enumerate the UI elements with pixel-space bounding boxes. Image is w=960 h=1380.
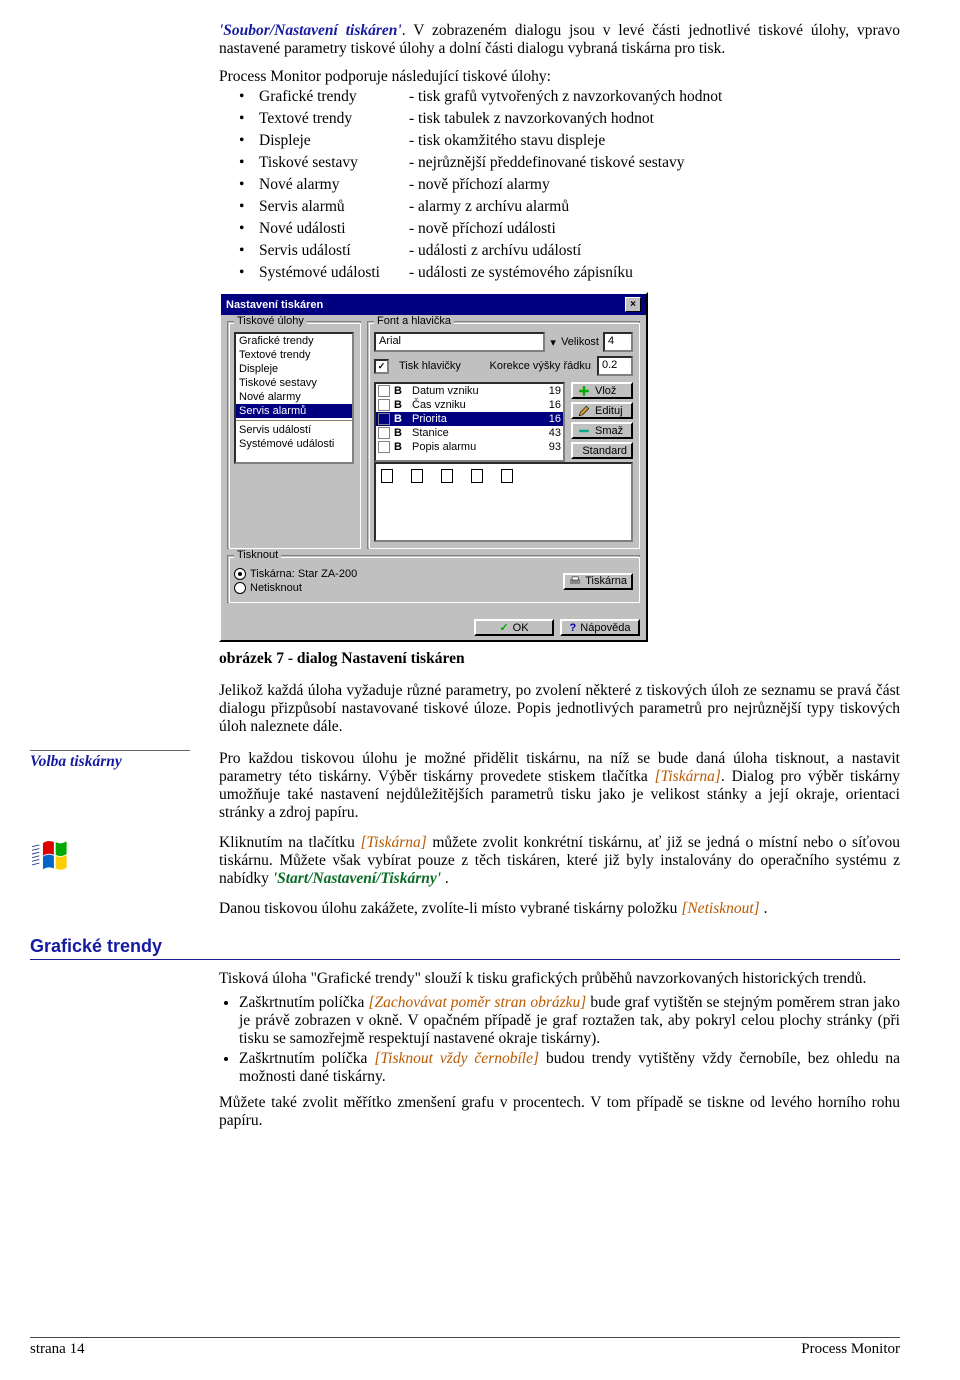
group-print-label: Tisknout	[234, 549, 281, 561]
radio-printer[interactable]	[234, 568, 246, 580]
footer-app: Process Monitor	[801, 1341, 900, 1358]
figure-caption: obrázek 7 - dialog Nastavení tiskáren	[219, 650, 900, 668]
windows-logo-icon	[30, 834, 90, 878]
tisk-hlavicky-checkbox[interactable]: ✓	[374, 359, 389, 374]
standard-button[interactable]: Standard	[571, 442, 633, 459]
korekce-label: Korekce výšky řádku	[490, 360, 591, 372]
intro-1: 'Soubor/Nastavení tiskáren'. V zobrazené…	[219, 22, 900, 58]
vloz-button[interactable]: Vlož	[571, 382, 633, 399]
group-font-label: Font a hlavička	[374, 315, 454, 327]
gt-outro: Můžete také zvolit měřítko zmenšení graf…	[219, 1094, 900, 1130]
close-icon[interactable]: ×	[625, 297, 641, 312]
size-label: Velikost	[561, 336, 599, 348]
smaz-button[interactable]: Smaž	[571, 422, 633, 439]
ok-button[interactable]: ✓OK	[474, 619, 554, 636]
tiskarna-button[interactable]: Tiskárna	[563, 573, 633, 590]
gt-intro: Tisková úloha "Grafické trendy" slouží k…	[219, 970, 900, 988]
volba-para-3: Danou tiskovou úlohu zakážete, zvolíte-l…	[219, 900, 900, 918]
margin-volba-tiskarny: Volba tiskárny	[30, 750, 190, 771]
dialog-nastaveni-tiskaren: Nastavení tiskáren × Tiskové úlohy Grafi…	[219, 292, 648, 642]
footer-page: strana 14	[30, 1341, 85, 1358]
section-graficke-trendy: Grafické trendy	[30, 936, 162, 956]
edituj-button[interactable]: Edituj	[571, 402, 633, 419]
gt-bullets: Zaškrtnutím políčka [Zachovávat poměr st…	[219, 994, 900, 1086]
size-field[interactable]: 4	[603, 332, 633, 352]
jobs-listbox[interactable]: Grafické trendyTextové trendyDisplejeTis…	[234, 332, 354, 464]
dialog-title: Nastavení tiskáren	[226, 299, 323, 311]
header-listbox[interactable]: BDatum vzniku19BČas vzniku16BPriorita16B…	[374, 382, 565, 462]
preview-area	[374, 462, 633, 542]
dropdown-icon[interactable]: ▾	[549, 336, 557, 349]
tisk-hlavicky-label: Tisk hlavičky	[399, 360, 461, 372]
jobs-list: •Grafické trendy- tisk grafů vytvořených…	[239, 86, 722, 284]
font-name-field[interactable]: Arial	[374, 332, 545, 352]
volba-para-2: Kliknutím na tlačítku [Tiskárna] můžete …	[219, 834, 900, 888]
help-button[interactable]: ?Nápověda	[560, 619, 640, 636]
korekce-field[interactable]: 0.2	[597, 356, 633, 376]
after-image-text: Jelikož každá úloha vyžaduje různé param…	[219, 682, 900, 736]
radio-noprint[interactable]	[234, 582, 246, 594]
volba-para-1: Pro každou tiskovou úlohu je možné přidě…	[219, 750, 900, 822]
group-jobs-label: Tiskové úlohy	[234, 315, 307, 327]
intro-2: Process Monitor podporuje následující ti…	[219, 68, 900, 86]
section-rule	[30, 959, 900, 960]
